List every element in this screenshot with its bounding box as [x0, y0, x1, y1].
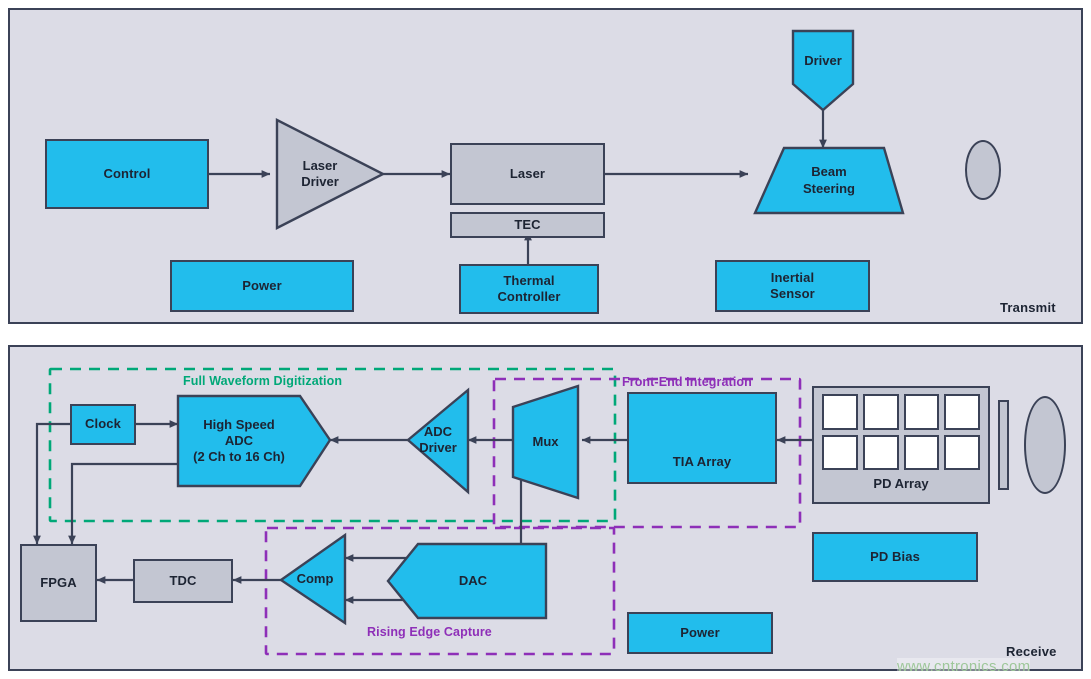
pd-cell	[944, 434, 980, 470]
thermal-controller-line-1: Thermal	[503, 272, 555, 288]
pd-cell	[903, 394, 940, 430]
label-high-speed-adc: High Speed ADC (2 Ch to 16 Ch)	[178, 396, 300, 486]
group-label-full-waveform-digitization: Full Waveform Digitization	[183, 374, 343, 388]
pd-cell	[903, 434, 940, 470]
block-thermal-controller[interactable]: Thermal Controller	[459, 264, 599, 314]
comp-label: Comp	[296, 570, 334, 586]
group-label-front-end-integration: Front-End Integration	[622, 375, 752, 389]
pd-cell	[822, 394, 858, 430]
pd-cell	[822, 434, 858, 470]
label-laser-driver: Laser Driver	[277, 120, 363, 228]
block-laser[interactable]: Laser	[450, 143, 605, 205]
block-pd-bias[interactable]: PD Bias	[812, 532, 978, 582]
block-clock[interactable]: Clock	[70, 404, 136, 445]
label-comp: Comp	[285, 535, 345, 623]
mux-label: Mux	[532, 433, 559, 449]
pd-cell	[862, 434, 899, 470]
adc-driver-line-1: ADC	[423, 423, 453, 439]
transmit-lens-icon	[965, 140, 1001, 200]
block-power-receive[interactable]: Power	[627, 612, 773, 654]
beam-steering-line-2: Steering	[802, 180, 855, 196]
adc-line-2: ADC	[224, 432, 254, 448]
label-mux: Mux	[513, 400, 578, 484]
receive-lens-icon	[1024, 396, 1066, 494]
thermal-controller-line-2: Controller	[497, 289, 561, 304]
block-tia-array[interactable]: TIA Array	[627, 392, 777, 484]
inertial-sensor-line-1: Inertial	[770, 269, 815, 285]
adc-line-1: High Speed	[203, 416, 275, 432]
label-dac: DAC	[400, 544, 546, 618]
label-driver: Driver	[793, 31, 853, 91]
diagram-root: Control Laser TEC Thermal Controller Pow…	[0, 0, 1091, 679]
block-fpga[interactable]: FPGA	[20, 544, 97, 622]
pd-cell	[944, 394, 980, 430]
block-inertial-sensor[interactable]: Inertial Sensor	[715, 260, 870, 312]
tia-array-label: TIA Array	[672, 453, 732, 469]
block-power-transmit[interactable]: Power	[170, 260, 354, 312]
inertial-sensor-line-2: Sensor	[770, 286, 815, 301]
block-tdc[interactable]: TDC	[133, 559, 233, 603]
pd-array-grid	[822, 394, 980, 470]
beam-steering-line-1: Beam	[811, 164, 847, 180]
label-adc-driver: ADC Driver	[408, 392, 468, 488]
adc-line-3: (2 Ch to 16 Ch)	[193, 449, 285, 465]
dac-label: DAC	[458, 572, 488, 588]
laser-driver-line-2: Driver	[301, 174, 339, 189]
pd-array-label: PD Array	[873, 476, 929, 491]
pd-cell	[862, 394, 899, 430]
group-label-rising-edge-capture: Rising Edge Capture	[367, 625, 492, 639]
block-tec[interactable]: TEC	[450, 212, 605, 238]
laser-driver-line-1: Laser	[302, 157, 338, 173]
optical-filter-icon	[998, 400, 1009, 490]
adc-driver-line-2: Driver	[419, 440, 457, 455]
watermark: www.cntronics.com	[897, 658, 1031, 675]
receive-section-label: Receive	[1006, 644, 1057, 659]
label-beam-steering: Beam Steering	[755, 148, 903, 213]
transmit-section-label: Transmit	[1000, 300, 1056, 315]
driver-label: Driver	[804, 52, 842, 68]
block-control[interactable]: Control	[45, 139, 209, 209]
